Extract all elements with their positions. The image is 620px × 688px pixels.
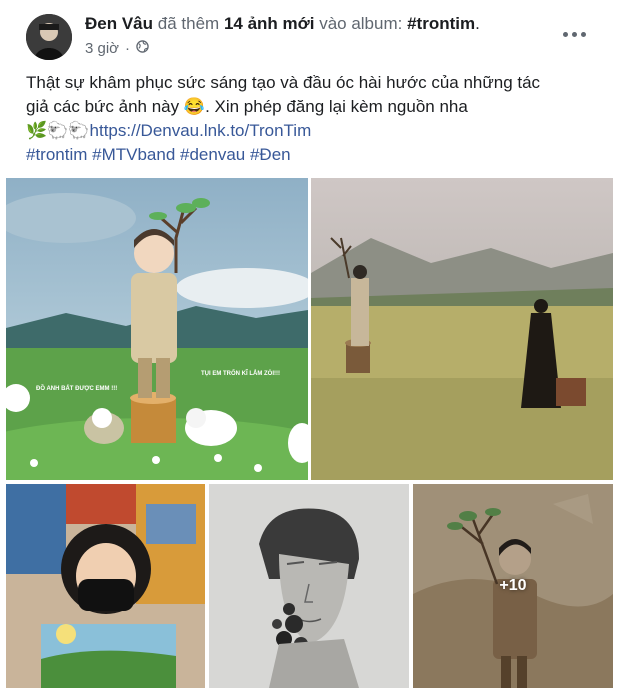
- post-text-line-2: giả các bức ảnh này 😂. Xin phép đăng lại…: [26, 95, 596, 119]
- post-text-line-2-start: giả các bức ảnh này: [26, 97, 180, 116]
- link-emojis: 🌿🐑🐑: [26, 121, 90, 140]
- author-name[interactable]: Đen Vâu: [85, 14, 153, 33]
- post-header: Đen Vâu đã thêm 14 ảnh mới vào album: #t…: [85, 14, 480, 34]
- photo-2[interactable]: [311, 178, 613, 480]
- dot-icon: [571, 31, 577, 37]
- album-prefix: vào album:: [319, 14, 403, 33]
- album-name[interactable]: #trontim: [407, 14, 475, 33]
- hashtags[interactable]: #trontim #MTVband #denvau #Đen: [26, 143, 596, 167]
- link-line: 🌿🐑🐑https://Denvau.lnk.to/TronTim: [26, 119, 596, 143]
- dot-separator: ·: [125, 40, 131, 57]
- action-text: đã thêm: [157, 14, 220, 33]
- speech-right: TỤI EM TRỐN KĨ LẮM ZÒI!!!: [201, 369, 280, 377]
- globe-icon[interactable]: [136, 40, 149, 57]
- more-options-button[interactable]: [558, 26, 590, 42]
- photo-3[interactable]: [6, 484, 205, 688]
- speech-left: ĐỒ ANH BẤT ĐƯỢC EMM !!!: [36, 385, 117, 392]
- author-avatar[interactable]: [26, 14, 72, 60]
- post-link[interactable]: https://Denvau.lnk.to/TronTim: [90, 121, 312, 140]
- photo-count[interactable]: 14 ảnh mới: [224, 14, 315, 33]
- more-photos-overlay[interactable]: +10: [413, 484, 613, 688]
- post-message: Thật sự khâm phục sức sáng tạo và đầu óc…: [26, 71, 596, 167]
- post-text-line-1: Thật sự khâm phục sức sáng tạo và đầu óc…: [26, 73, 541, 92]
- photo-5-more[interactable]: +10: [413, 484, 613, 688]
- post-text-line-2-end: . Xin phép đăng lại kèm nguồn nha: [205, 97, 468, 116]
- dot-icon: [580, 31, 586, 37]
- post-meta: 3 giờ ·: [85, 40, 149, 57]
- album-suffix: .: [475, 14, 480, 33]
- photo-4[interactable]: [209, 484, 409, 688]
- post-card: Đen Vâu đã thêm 14 ảnh mới vào album: #t…: [0, 0, 620, 688]
- photo-1[interactable]: ĐỒ ANH BẤT ĐƯỢC EMM !!! TỤI EM TRỐN KĨ L…: [6, 178, 308, 480]
- dot-icon: [562, 31, 568, 37]
- laughing-emoji: 😂: [183, 97, 206, 116]
- post-time[interactable]: 3 giờ: [85, 40, 119, 57]
